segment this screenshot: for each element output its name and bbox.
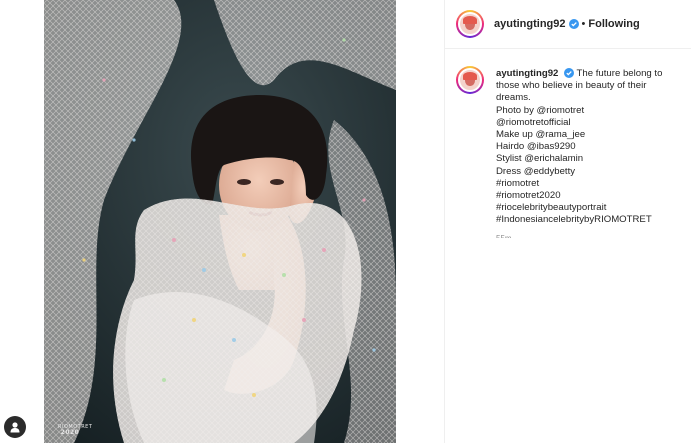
following-button[interactable]: Following [588, 18, 639, 30]
caption-hashtag[interactable]: #riocelebritybeautyportrait [496, 202, 681, 214]
caption-line[interactable]: Make up @rama_jee [496, 129, 681, 141]
header-username[interactable]: ayutingting92 [494, 18, 566, 30]
post-photo[interactable]: RIOMOTRET 2020 [44, 0, 396, 443]
caption-hashtag[interactable]: #riomotret [496, 178, 681, 190]
caption-text: ayutingting92 The future belong to those… [496, 68, 681, 238]
caption-line[interactable]: Photo by @riomotret [496, 105, 681, 117]
header-divider [445, 48, 691, 49]
caption-avatar[interactable] [456, 66, 484, 94]
verified-badge-icon [564, 68, 575, 79]
caption-line[interactable]: @riomotretofficial [496, 117, 681, 129]
profile-button[interactable] [4, 416, 26, 438]
caption-username[interactable]: ayutingting92 [496, 68, 558, 79]
caption-hashtag[interactable]: #IndonesiancelebritybyRIOMOTRET [496, 214, 681, 226]
post-header: ayutingting92 • Following [445, 0, 691, 48]
caption-line[interactable]: Dress @eddybetty [496, 166, 681, 178]
caption-line[interactable]: Stylist @erichalamin [496, 153, 681, 165]
caption-hashtag[interactable]: #riomotret2020 [496, 190, 681, 202]
avatar[interactable] [456, 10, 484, 38]
person-icon [10, 422, 20, 433]
portrait-image [44, 0, 396, 443]
caption-line[interactable]: Hairdo @ibas9290 [496, 141, 681, 153]
post-timestamp[interactable]: 55m [496, 233, 681, 238]
watermark-year: 2020 [60, 429, 80, 436]
verified-badge-icon [568, 19, 579, 29]
caption: ayutingting92 The future belong to those… [445, 60, 685, 260]
left-gutter [0, 0, 44, 443]
header-separator: • [581, 18, 586, 30]
photo-watermark: RIOMOTRET 2020 [58, 424, 92, 436]
